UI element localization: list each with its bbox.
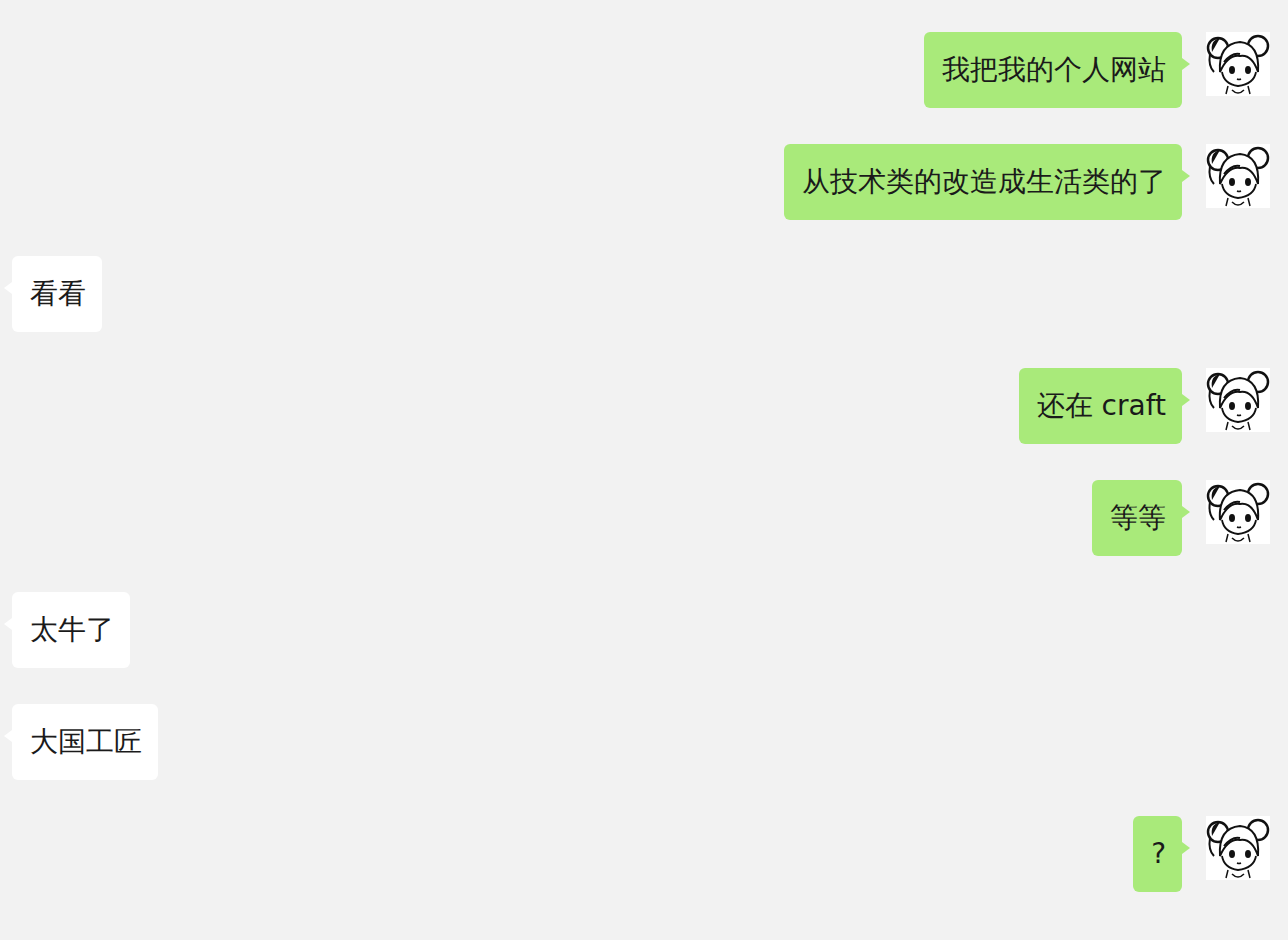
avatar[interactable] [1206, 816, 1270, 880]
avatar[interactable] [1206, 368, 1270, 432]
message-row: 还在 craft [12, 368, 1270, 444]
message-bubble[interactable]: ? [1133, 816, 1182, 892]
message-row: 大国工匠 [12, 704, 1270, 780]
message-row: 看看 [12, 256, 1270, 332]
message-bubble[interactable]: 还在 craft [1019, 368, 1182, 444]
avatar-icon [1206, 144, 1270, 208]
message-row: ? [12, 816, 1270, 892]
message-bubble[interactable]: 等等 [1092, 480, 1182, 556]
avatar-icon [1206, 368, 1270, 432]
message-bubble[interactable]: 我把我的个人网站 [924, 32, 1182, 108]
chat-area: 我把我的个人网站从技术类的改造成生活类的了看看还在 craft 等等太牛了大国工匠… [0, 0, 1288, 940]
message-row: 我把我的个人网站 [12, 32, 1270, 108]
message-bubble[interactable]: 从技术类的改造成生活类的了 [784, 144, 1182, 220]
message-bubble[interactable]: 大国工匠 [12, 704, 158, 780]
avatar-icon [1206, 480, 1270, 544]
avatar[interactable] [1206, 144, 1270, 208]
message-row: 等等 [12, 480, 1270, 556]
avatar[interactable] [1206, 32, 1270, 96]
message-bubble[interactable]: 太牛了 [12, 592, 130, 668]
message-bubble[interactable]: 看看 [12, 256, 102, 332]
message-row: 太牛了 [12, 592, 1270, 668]
message-row: 从技术类的改造成生活类的了 [12, 144, 1270, 220]
avatar[interactable] [1206, 480, 1270, 544]
avatar-icon [1206, 32, 1270, 96]
avatar-icon [1206, 816, 1270, 880]
